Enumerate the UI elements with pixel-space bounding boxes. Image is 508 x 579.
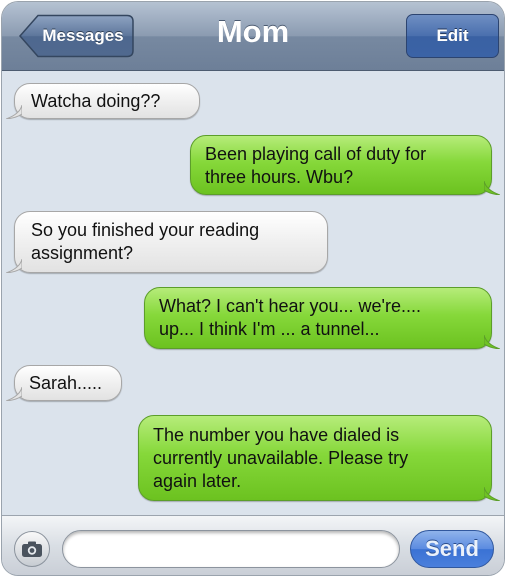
phone-screen: Messages Mom Edit Watcha doing?? Been pl… xyxy=(2,2,504,575)
bubble-tail xyxy=(6,387,22,401)
bubble-tail xyxy=(6,105,22,119)
message-thread: Watcha doing?? Been playing call of duty… xyxy=(2,71,504,515)
message-text: The number you have dialed is currently … xyxy=(153,425,409,491)
camera-icon xyxy=(22,541,42,557)
message-bubble-incoming: Sarah..... xyxy=(6,365,122,401)
camera-button[interactable] xyxy=(14,531,50,567)
message-text: What? I can't hear you... we're.... up..… xyxy=(159,296,421,339)
message-composer: Send xyxy=(2,515,504,575)
bubble-tail xyxy=(484,487,500,501)
message-bubble-incoming: So you finished your reading assignment? xyxy=(6,211,328,273)
bubble-tail xyxy=(484,335,500,349)
message-bubble-outgoing: The number you have dialed is currently … xyxy=(138,415,500,501)
bubble-tail xyxy=(6,259,22,273)
message-text: So you finished your reading assignment? xyxy=(31,220,260,263)
send-button[interactable]: Send xyxy=(410,530,494,568)
message-text: Been playing call of duty for three hour… xyxy=(205,144,427,187)
message-bubble-incoming: Watcha doing?? xyxy=(6,83,200,119)
message-text: Watcha doing?? xyxy=(31,91,161,111)
bubble-tail xyxy=(484,181,500,195)
message-bubble-outgoing: What? I can't hear you... we're.... up..… xyxy=(144,287,500,349)
navigation-bar: Messages Mom Edit xyxy=(2,2,504,71)
edit-button[interactable]: Edit xyxy=(406,14,499,58)
message-bubble-outgoing: Been playing call of duty for three hour… xyxy=(190,135,500,195)
message-text: Sarah..... xyxy=(29,373,103,393)
message-input[interactable] xyxy=(62,530,400,568)
